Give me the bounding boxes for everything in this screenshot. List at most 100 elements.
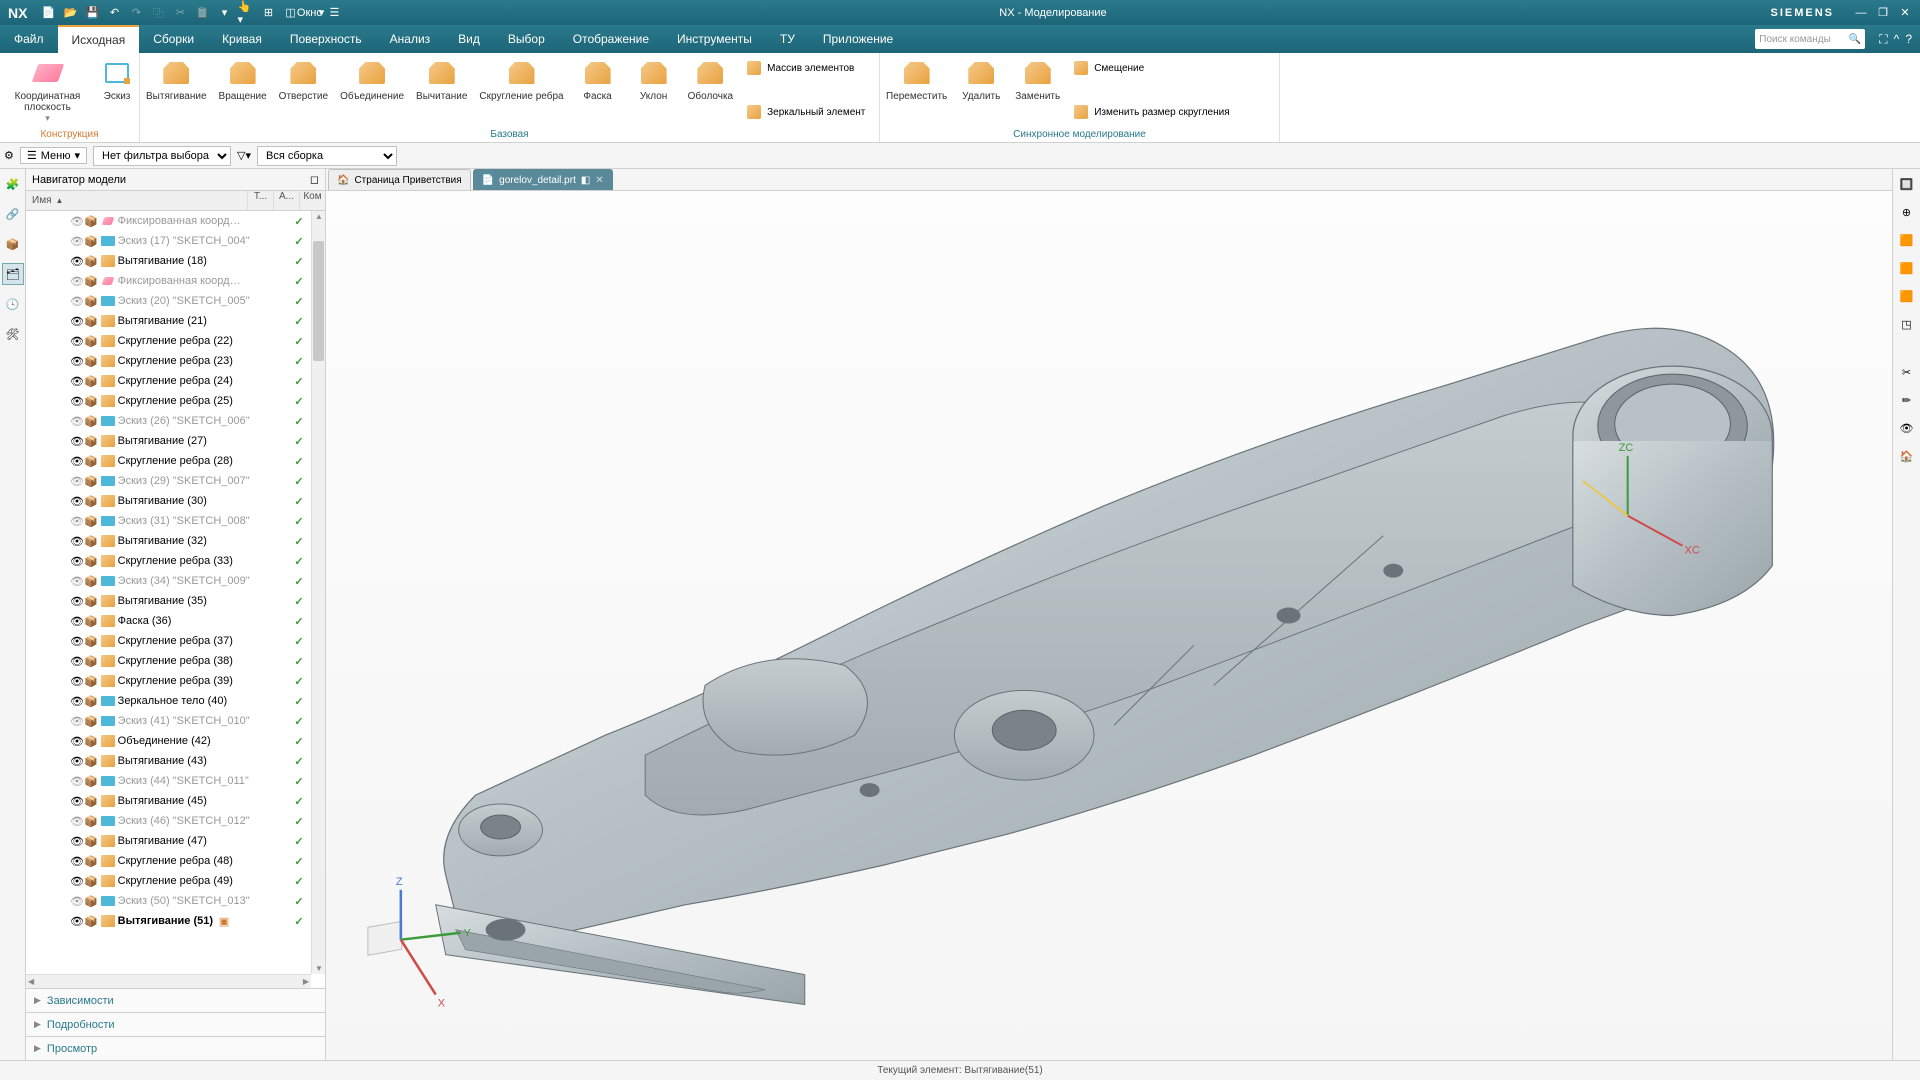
tree-row[interactable]: 👁📦Эскиз (41) "SKETCH_010"✓ <box>26 711 311 731</box>
tree-row[interactable]: 👁📦Скругление ребра (24)✓ <box>26 371 311 391</box>
tree-row[interactable]: 👁📦Скругление ребра (28)✓ <box>26 451 311 471</box>
tree-row[interactable]: 👁📦Эскиз (46) "SKETCH_012"✓ <box>26 811 311 831</box>
minimize-button[interactable]: — <box>1852 4 1870 22</box>
menu-home[interactable]: Исходная <box>58 25 140 53</box>
show-hide-icon[interactable]: 👁 <box>1896 417 1918 439</box>
tree-row[interactable]: 👁📦Скругление ребра (25)✓ <box>26 391 311 411</box>
new-icon[interactable]: 📄 <box>39 4 57 22</box>
menu-file[interactable]: Файл <box>0 25 58 53</box>
shade2-icon[interactable]: 🟧 <box>1896 257 1918 279</box>
clip-icon[interactable]: ✂ <box>1896 361 1918 383</box>
redo-icon[interactable]: ↷ <box>127 4 145 22</box>
copy-icon[interactable]: ⿻ <box>149 4 167 22</box>
tree-row[interactable]: 👁📦Эскиз (20) "SKETCH_005"✓ <box>26 291 311 311</box>
draft-button[interactable]: Уклон <box>626 55 682 128</box>
layout1-icon[interactable]: ⊞ <box>259 4 277 22</box>
graphics-canvas[interactable]: ZC XC Z Y X <box>326 191 1892 1060</box>
tree-row[interactable]: 👁📦Фиксированная коорд…✓ <box>26 271 311 291</box>
menu-curve[interactable]: Кривая <box>208 25 276 53</box>
hole-button[interactable]: Отверстие <box>273 55 334 128</box>
menu-analyze[interactable]: Анализ <box>376 25 445 53</box>
pin-icon[interactable]: ◻ <box>310 173 319 186</box>
delete-face-button[interactable]: Удалить <box>953 55 1009 128</box>
section-details[interactable]: ▶Подробности <box>26 1012 325 1036</box>
menu-tools[interactable]: Инструменты <box>663 25 766 53</box>
shade3-icon[interactable]: 🟧 <box>1896 285 1918 307</box>
tree-hscrollbar[interactable]: ◀▶ <box>26 974 311 988</box>
tree-row[interactable]: 👁📦Скругление ребра (49)✓ <box>26 871 311 891</box>
menu-button[interactable]: ☰ Меню ▾ <box>20 147 87 164</box>
command-search[interactable]: Поиск команды 🔍 <box>1755 29 1865 49</box>
menu-assemblies[interactable]: Сборки <box>139 25 208 53</box>
menu-select[interactable]: Выбор <box>494 25 559 53</box>
menu-app[interactable]: Приложение <box>809 25 907 53</box>
restore-button[interactable]: ❐ <box>1874 4 1892 22</box>
tree-row[interactable]: 👁📦Скругление ребра (22)✓ <box>26 331 311 351</box>
constraint-nav-icon[interactable]: 🔗 <box>2 203 24 225</box>
sketch-button[interactable]: Эскиз <box>95 55 139 128</box>
tree-row[interactable]: 👁📦Скругление ребра (38)✓ <box>26 651 311 671</box>
tree-row[interactable]: 👁📦Эскиз (50) "SKETCH_013"✓ <box>26 891 311 911</box>
part-nav-icon[interactable]: 📦 <box>2 233 24 255</box>
undo-icon[interactable]: ↶ <box>105 4 123 22</box>
tree-row[interactable]: 👁📦Эскиз (44) "SKETCH_011"✓ <box>26 771 311 791</box>
fit-icon[interactable]: 🔲 <box>1896 173 1918 195</box>
touch-icon[interactable]: 👆▾ <box>237 4 255 22</box>
tree-row[interactable]: 👁📦Вытягивание (27)✓ <box>26 431 311 451</box>
tree-row[interactable]: 👁📦Вытягивание (43)✓ <box>26 751 311 771</box>
subtract-button[interactable]: Вычитание <box>410 55 473 128</box>
selection-scope[interactable]: Вся сборка <box>257 146 397 166</box>
qat-overflow-icon[interactable]: ☰ <box>325 4 343 22</box>
menu-surface[interactable]: Поверхность <box>276 25 376 53</box>
tree-row[interactable]: 👁📦Вытягивание (45)✓ <box>26 791 311 811</box>
model-nav-icon[interactable]: 🗂 <box>2 263 24 285</box>
edit-sect-icon[interactable]: ✏ <box>1896 389 1918 411</box>
tree-row[interactable]: 👁📦Вытягивание (51)▣✓ <box>26 911 311 931</box>
close-button[interactable]: ✕ <box>1896 4 1914 22</box>
mirror-button[interactable]: Зеркальный элемент <box>739 101 871 123</box>
section-preview[interactable]: ▶Просмотр <box>26 1036 325 1060</box>
replace-face-button[interactable]: Заменить <box>1009 55 1066 128</box>
tree-row[interactable]: 👁📦Эскиз (26) "SKETCH_006"✓ <box>26 411 311 431</box>
tree-row[interactable]: 👁📦Скругление ребра (39)✓ <box>26 671 311 691</box>
open-icon[interactable]: 📂 <box>61 4 79 22</box>
revolve-button[interactable]: Вращение <box>213 55 273 128</box>
tab-welcome[interactable]: 🏠Страница Приветствия <box>328 169 471 190</box>
tree-row[interactable]: 👁📦Вытягивание (32)✓ <box>26 531 311 551</box>
selection-filter[interactable]: Нет фильтра выбора <box>93 146 231 166</box>
tree-row[interactable]: 👁📦Фаска (36)✓ <box>26 611 311 631</box>
tree-row[interactable]: 👁📦Вытягивание (18)✓ <box>26 251 311 271</box>
unite-button[interactable]: Объединение <box>334 55 410 128</box>
resize-blend-button[interactable]: Изменить размер скругления <box>1066 101 1235 123</box>
qat-dd-icon[interactable]: ▾ <box>215 4 233 22</box>
help-icon[interactable]: ? <box>1905 32 1912 47</box>
close-tab-icon[interactable]: ✕ <box>595 175 603 186</box>
offset-button[interactable]: Смещение <box>1066 57 1235 79</box>
options-icon[interactable]: ⚙ <box>4 149 14 162</box>
tree-row[interactable]: 👁📦Скругление ребра (48)✓ <box>26 851 311 871</box>
window-menu[interactable]: Окно ▾ <box>303 4 321 22</box>
history-icon[interactable]: 🕓 <box>2 293 24 315</box>
shell-button[interactable]: Оболочка <box>682 55 740 128</box>
tree-row[interactable]: 👁📦Эскиз (34) "SKETCH_009"✓ <box>26 571 311 591</box>
tree-row[interactable]: 👁📦Эскиз (29) "SKETCH_007"✓ <box>26 471 311 491</box>
tree-row[interactable]: 👁📦Эскиз (31) "SKETCH_008"✓ <box>26 511 311 531</box>
tree-row[interactable]: 👁📦Эскиз (17) "SKETCH_004"✓ <box>26 231 311 251</box>
extrude-button[interactable]: Вытягивание <box>140 55 213 128</box>
edge-blend-button[interactable]: Скругление ребра <box>473 55 569 128</box>
tree-row[interactable]: 👁📦Вытягивание (21)✓ <box>26 311 311 331</box>
tree-vscrollbar[interactable]: ▲▼ <box>311 211 325 974</box>
pattern-button[interactable]: Массив элементов <box>739 57 871 79</box>
tree-row[interactable]: 👁📦Скругление ребра (23)✓ <box>26 351 311 371</box>
min-ribbon-icon[interactable]: ^ <box>1894 32 1900 47</box>
tab-part[interactable]: 📄gorelov_detail.prt◧✕ <box>473 169 613 190</box>
fullscreen-icon[interactable]: ⛶ <box>1879 32 1887 47</box>
menu-render[interactable]: Отображение <box>559 25 663 53</box>
chamfer-button[interactable]: Фаска <box>570 55 626 128</box>
tree-row[interactable]: 👁📦Зеркальное тело (40)✓ <box>26 691 311 711</box>
roles-icon[interactable]: 🛠 <box>2 323 24 345</box>
save-icon[interactable]: 💾 <box>83 4 101 22</box>
menu-view[interactable]: Вид <box>444 25 494 53</box>
zoom-icon[interactable]: ⊕ <box>1896 201 1918 223</box>
shade1-icon[interactable]: 🟧 <box>1896 229 1918 251</box>
